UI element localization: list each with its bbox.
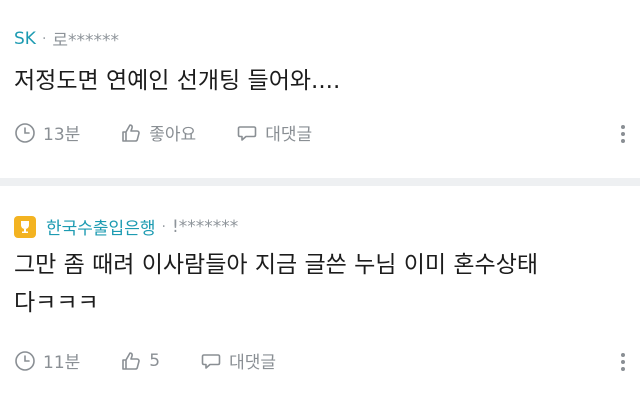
comment-author[interactable]: 한국수출입은행 xyxy=(46,214,155,239)
comment-meta: SK · 로****** xyxy=(14,26,120,52)
more-options-button[interactable] xyxy=(620,352,626,377)
clock-icon xyxy=(15,122,35,143)
thumbs-up-icon xyxy=(122,123,141,142)
timestamp: 13분 xyxy=(14,120,80,145)
like-button[interactable]: 좋아요 xyxy=(120,120,196,145)
comment-text: 그만 좀 때려 이사람들아 지금 글쓴 누님 이미 혼수상태 다ㅋㅋㅋ xyxy=(14,252,539,316)
trophy-icon xyxy=(14,215,36,238)
reply-button[interactable]: 대댓글 xyxy=(200,348,276,373)
more-vertical-icon xyxy=(621,353,625,371)
clock-icon xyxy=(15,350,35,371)
like-count: 5 xyxy=(149,350,161,371)
speech-bubble-icon xyxy=(201,353,221,369)
thumbs-up-icon xyxy=(122,351,141,370)
timestamp: 11분 xyxy=(14,348,80,373)
comment-item: SK · 로****** 저정도면 연예인 선개팅 들어와.... 13분 좋아… xyxy=(0,0,640,178)
comment-actions: 13분 좋아요 대댓글 xyxy=(14,120,626,145)
comment-text: 저정도면 연예인 선개팅 들어와.... xyxy=(14,68,341,94)
comment-actions: 11분 5 대댓글 xyxy=(14,348,626,373)
timestamp-text: 11분 xyxy=(43,353,81,373)
masked-user-id: 로****** xyxy=(52,31,120,51)
more-options-button[interactable] xyxy=(620,124,626,149)
meta-separator: · xyxy=(161,218,166,235)
comment-meta: 한국수출입은행 · !******* xyxy=(14,214,238,239)
speech-bubble-icon xyxy=(237,125,257,141)
comment-item: 한국수출입은행 · !******* 그만 좀 때려 이사람들아 지금 글쓴 누… xyxy=(0,186,640,405)
like-label: 좋아요 xyxy=(149,125,197,145)
reply-button[interactable]: 대댓글 xyxy=(236,120,312,145)
comment-list: SK · 로****** 저정도면 연예인 선개팅 들어와.... 13분 좋아… xyxy=(0,0,640,405)
comment-author[interactable]: SK xyxy=(14,29,36,49)
timestamp-text: 13분 xyxy=(43,125,81,145)
more-vertical-icon xyxy=(621,125,625,143)
comment-divider xyxy=(0,178,640,186)
masked-user-id: !******* xyxy=(171,216,239,237)
reply-label: 대댓글 xyxy=(229,353,277,373)
meta-separator: · xyxy=(41,30,47,47)
reply-label: 대댓글 xyxy=(265,125,313,145)
like-button[interactable]: 5 xyxy=(120,350,160,372)
